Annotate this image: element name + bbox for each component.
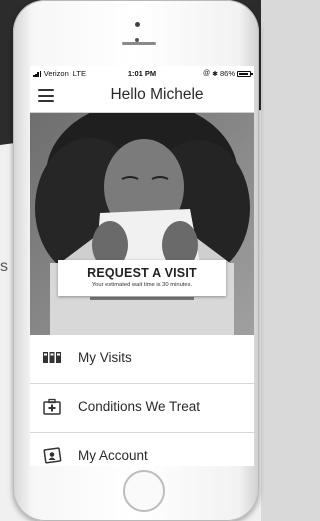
page-title: Hello Michele (110, 86, 204, 103)
status-bar: Verizon LTE 1:01 PM @ ✱ 86% (30, 66, 254, 80)
hero-image: REQUEST A VISIT Your estimated wait time… (30, 113, 254, 335)
menu-item-label: Conditions We Treat (78, 399, 201, 414)
camera-icon (135, 22, 140, 27)
orientation-lock-icon: @ (203, 70, 211, 77)
earpiece-speaker (122, 42, 156, 45)
bluetooth-icon: ✱ (212, 70, 218, 78)
battery-icon (237, 70, 253, 77)
main-menu: My Visits Conditions We Treat My Account (30, 335, 254, 466)
request-visit-title: REQUEST A VISIT (87, 266, 197, 280)
menu-item-conditions-we-treat[interactable]: Conditions We Treat (30, 384, 254, 433)
battery-percent: 86% (219, 69, 235, 78)
hero-photo-sick-woman (30, 113, 254, 335)
wait-time-text: Your estimated wait time is 30 minutes. (91, 282, 193, 288)
background-text-fragment: s (0, 258, 8, 275)
account-card-icon (43, 447, 62, 464)
status-right: @ ✱ 86% (203, 69, 253, 78)
menu-item-label: My Account (78, 448, 148, 463)
first-aid-kit-icon (43, 398, 61, 415)
menu-item-my-account[interactable]: My Account (30, 433, 254, 466)
menu-item-label: My Visits (78, 350, 132, 365)
request-visit-button[interactable]: REQUEST A VISIT Your estimated wait time… (58, 260, 226, 296)
navigation-bar: Hello Michele (30, 80, 254, 113)
menu-item-my-visits[interactable]: My Visits (30, 335, 254, 384)
app-screen: Verizon LTE 1:01 PM @ ✱ 86% Hello Michel… (30, 66, 254, 466)
visits-icon (43, 352, 61, 363)
hamburger-menu-icon[interactable] (38, 89, 54, 102)
home-button[interactable] (123, 470, 165, 512)
